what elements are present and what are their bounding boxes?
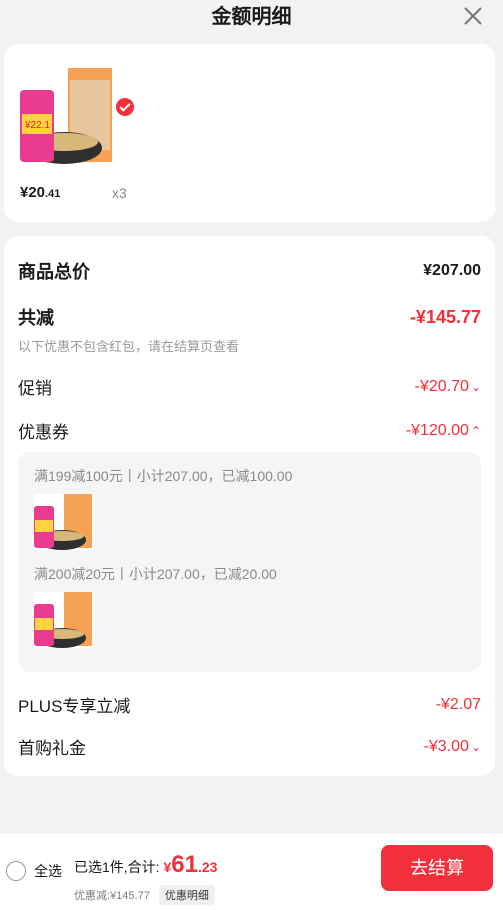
coupon-value-wrap: -¥120.00 ⌃ [406,422,481,440]
plus-value: -¥2.07 [435,695,481,713]
coupon-line-2: 满200减20元丨小计207.00，已减20.00 [34,566,277,582]
chevron-down-icon: ⌄ [470,739,481,754]
reduce-row: 共减 -¥145.77 [18,304,481,330]
coupon-label: 优惠券 [18,423,69,442]
chevron-up-icon: ⌃ [470,423,481,438]
chevron-down-icon: ⌄ [470,379,481,394]
plus-row: PLUS专享立减 -¥2.07 [18,692,481,717]
promo-value-wrap: -¥20.70 ⌄ [415,378,481,396]
price-dec: .41 [45,188,61,200]
checkout-bar: 全选 已选1件,合计: ¥61.23 优惠减:¥145.77 优惠明细 去结算 [0,832,503,910]
discount-summary: 优惠减:¥145.77 优惠明细 [74,885,215,905]
coupon-detail-box: 满199减100元丨小计207.00，已减100.00 满200减20元丨小计2… [18,452,481,672]
total-label: 商品总价 [18,262,90,282]
first-purchase-row[interactable]: 首购礼金 -¥3.00 ⌄ [18,734,481,759]
coupon-value: -¥120.00 [405,421,469,439]
discount-text: 优惠减:¥145.77 [74,890,150,902]
promo-label: 促销 [18,379,52,398]
summary-card: 商品总价 ¥207.00 共减 -¥145.77 以下优惠不包含红包，请在结算页… [4,236,495,776]
select-all-radio[interactable] [6,861,26,881]
total-int: 61 [171,851,198,878]
product-price: ¥20.41 [20,184,60,201]
header: 金额明细 [0,0,503,44]
discount-note: 以下优惠不包含红包，请在结算页查看 [18,339,240,354]
first-purchase-value-wrap: -¥3.00 ⌄ [424,738,481,756]
product-image: ¥22.1 [20,68,114,168]
coupon-row[interactable]: 优惠券 -¥120.00 ⌃ [18,418,481,443]
check-icon [119,103,131,112]
coupon-product-thumb-1 [34,494,94,550]
plus-label: PLUS专享立减 [18,697,131,716]
selected-badge [114,96,136,118]
first-purchase-value: -¥3.00 [423,737,469,755]
checkout-button[interactable]: 去结算 [381,845,493,891]
product-card: ¥22.1 ¥20.41 x3 [4,44,495,222]
close-icon[interactable] [461,4,485,28]
promo-row[interactable]: 促销 -¥20.70 ⌄ [18,374,481,399]
page-title: 金额明细 [211,6,292,28]
coupon-line-1: 满199减100元丨小计207.00，已减100.00 [34,468,293,484]
total-dec: .23 [197,859,218,875]
total-row: 商品总价 ¥207.00 [18,258,481,284]
discount-detail-button[interactable]: 优惠明细 [158,885,215,905]
selected-prefix: 已选1件,合计: [74,859,160,875]
select-all-label[interactable]: 全选 [34,861,62,881]
svg-text:¥22.1: ¥22.1 [24,120,50,131]
selected-summary: 已选1件,合计: ¥61.23 [74,851,217,879]
total-value: ¥207.00 [423,262,481,279]
product-qty: x3 [112,185,127,201]
reduce-value: -¥145.77 [409,306,481,327]
promo-value: -¥20.70 [414,377,469,395]
total-amount: ¥61.23 [163,851,218,878]
reduce-label: 共减 [18,308,54,328]
price-int: ¥20 [20,184,46,201]
coupon-product-thumb-2 [34,592,94,648]
first-purchase-label: 首购礼金 [18,739,86,758]
